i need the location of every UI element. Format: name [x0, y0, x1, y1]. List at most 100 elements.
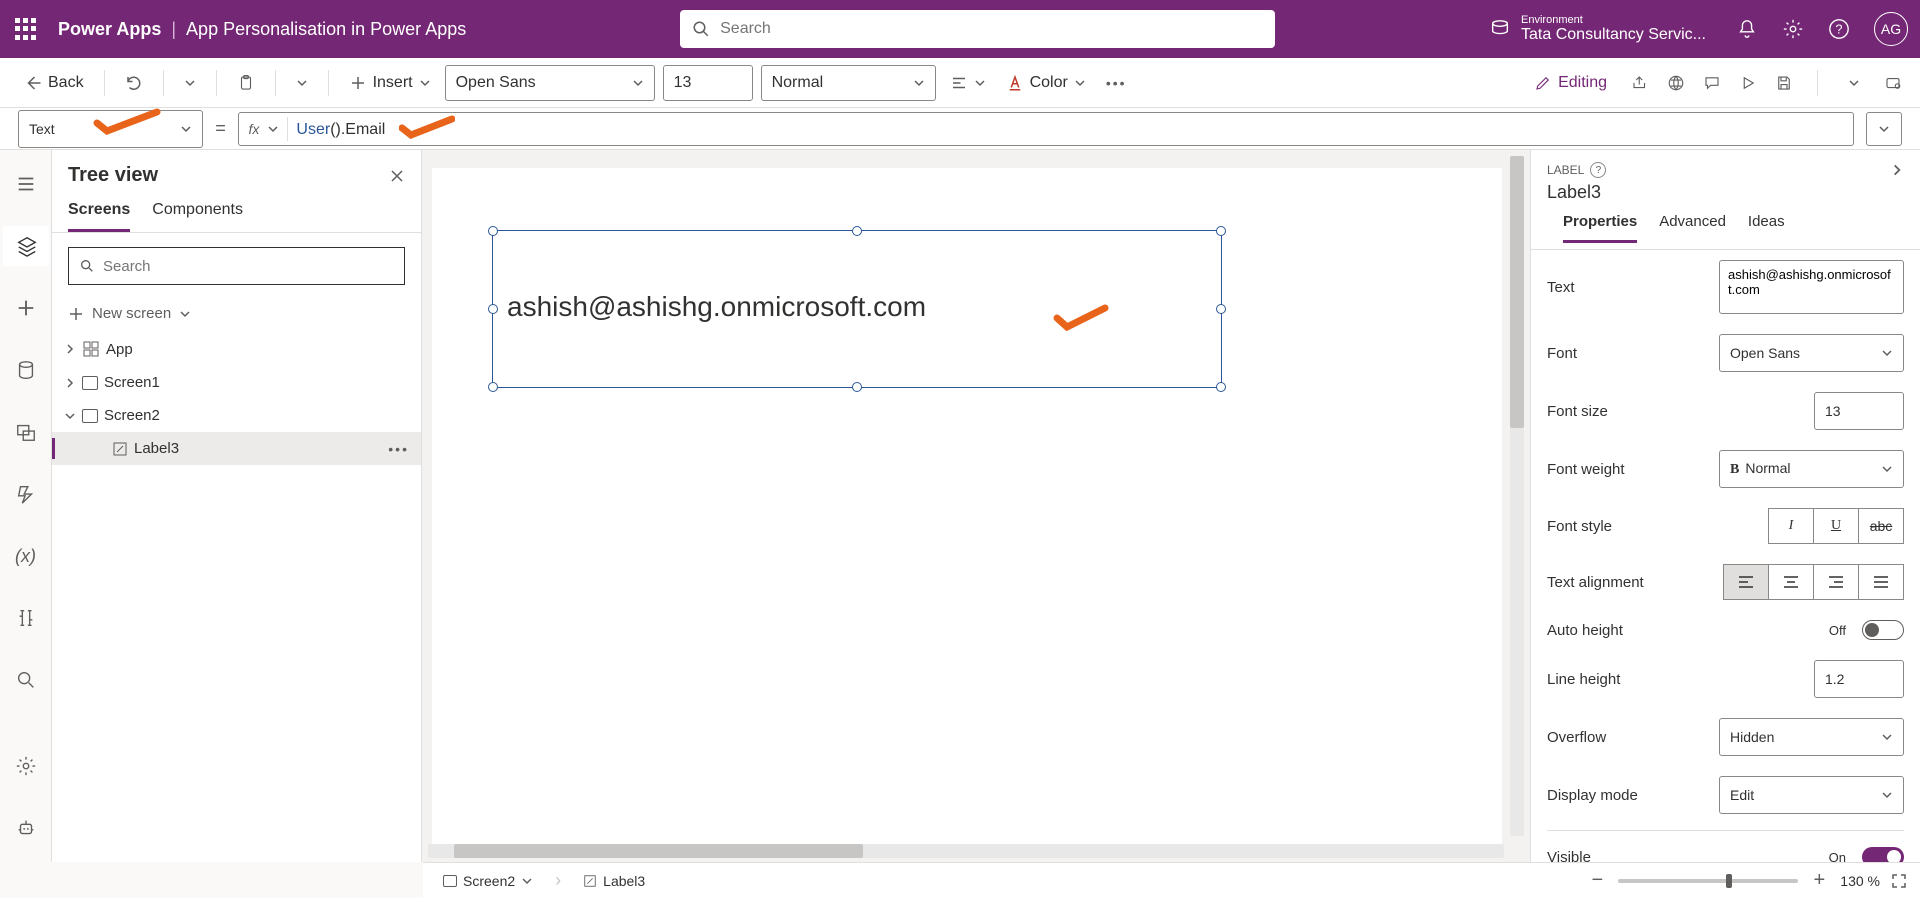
zoom-out-button[interactable]: − [1586, 870, 1608, 892]
close-icon[interactable] [389, 168, 405, 184]
tab-ideas[interactable]: Ideas [1748, 213, 1785, 243]
font-weight-selector[interactable]: Normal [761, 65, 936, 101]
save-split-button[interactable] [1842, 73, 1866, 93]
scrollbar-thumb[interactable] [1510, 156, 1524, 428]
vertical-scrollbar[interactable] [1510, 156, 1524, 836]
waffle-icon[interactable] [12, 15, 40, 43]
horizontal-scrollbar[interactable] [428, 844, 1504, 858]
tree-item-label3[interactable]: Label3 ••• [52, 432, 421, 465]
font-size-input[interactable]: 13 [1814, 392, 1904, 430]
rail-tree-view[interactable] [3, 226, 49, 266]
paste-split-button[interactable] [290, 73, 314, 93]
comments-icon[interactable] [1703, 74, 1721, 92]
user-avatar[interactable]: AG [1874, 12, 1908, 46]
more-button[interactable]: ••• [1100, 71, 1133, 95]
visible-toggle[interactable] [1862, 847, 1904, 862]
undo-button[interactable] [119, 70, 149, 96]
resize-handle[interactable] [488, 382, 498, 392]
font-weight-select[interactable]: BNormal [1719, 450, 1904, 488]
strikethrough-button[interactable]: abc [1858, 508, 1904, 544]
scrollbar-thumb[interactable] [454, 844, 863, 858]
insert-button[interactable]: Insert [343, 70, 437, 96]
overflow-select[interactable]: Hidden [1719, 718, 1904, 756]
chevron-right-icon[interactable] [1890, 163, 1904, 177]
selected-control-label3[interactable]: ashish@ashishg.onmicrosoft.com [492, 230, 1222, 388]
resize-handle[interactable] [1216, 382, 1226, 392]
font-select[interactable]: Open Sans [1719, 334, 1904, 372]
chevron-down-icon [1878, 123, 1890, 135]
color-button[interactable]: Color [1000, 70, 1092, 96]
tree-search-input[interactable] [103, 258, 394, 275]
resize-handle[interactable] [488, 226, 498, 236]
resize-handle[interactable] [1216, 304, 1226, 314]
formula-input[interactable]: fx User().Email [238, 112, 1854, 146]
tab-components[interactable]: Components [152, 201, 243, 232]
formula-expand-button[interactable] [1866, 112, 1902, 146]
rail-search[interactable] [3, 660, 49, 700]
preview-icon[interactable] [1739, 74, 1757, 92]
canvas[interactable]: ashish@ashishg.onmicrosoft.com [432, 168, 1502, 852]
slider-thumb[interactable] [1726, 874, 1732, 888]
notifications-icon[interactable] [1736, 18, 1758, 40]
rail-data[interactable] [3, 350, 49, 390]
align-center-button[interactable] [1768, 564, 1814, 600]
font-selector[interactable]: Open Sans [445, 65, 655, 101]
resize-handle[interactable] [1216, 226, 1226, 236]
tab-properties[interactable]: Properties [1563, 213, 1637, 243]
rail-hamburger[interactable] [3, 164, 49, 204]
share-icon[interactable] [1631, 74, 1649, 92]
align-button[interactable] [944, 70, 992, 96]
help-icon[interactable]: ? [1590, 162, 1606, 178]
more-icon[interactable]: ••• [388, 441, 409, 457]
editing-mode-button[interactable]: Editing [1528, 70, 1613, 96]
rail-insert[interactable] [3, 288, 49, 328]
help-icon[interactable]: ? [1828, 18, 1850, 40]
display-mode-select[interactable]: Edit [1719, 776, 1904, 814]
font-size-input[interactable]: 13 [663, 65, 753, 101]
breadcrumb-screen[interactable]: Screen2 [435, 869, 541, 893]
resize-handle[interactable] [488, 304, 498, 314]
prop-text-align: Text alignment [1531, 554, 1920, 610]
back-button[interactable]: Back [18, 70, 90, 96]
tab-advanced[interactable]: Advanced [1659, 213, 1726, 243]
resize-handle[interactable] [852, 382, 862, 392]
search-input[interactable] [720, 20, 1263, 38]
resize-handle[interactable] [852, 226, 862, 236]
fit-to-screen-icon[interactable] [1890, 872, 1908, 890]
rail-power-automate[interactable] [3, 474, 49, 514]
tree-search[interactable] [68, 247, 405, 285]
rail-advanced-tools[interactable] [3, 598, 49, 638]
italic-button[interactable]: I [1768, 508, 1814, 544]
tab-screens[interactable]: Screens [68, 201, 130, 232]
text-input[interactable] [1719, 260, 1904, 314]
rail-virtual-agent[interactable] [3, 808, 49, 848]
settings-icon[interactable] [1782, 18, 1804, 40]
publish-icon[interactable] [1884, 74, 1902, 92]
tree-item-screen2[interactable]: Screen2 [52, 399, 421, 432]
undo-split-button[interactable] [178, 73, 202, 93]
property-selector[interactable]: Text [18, 110, 203, 148]
auto-height-toggle[interactable] [1862, 620, 1904, 640]
rail-settings[interactable] [3, 746, 49, 786]
align-left-button[interactable] [1723, 564, 1769, 600]
align-justify-button[interactable] [1858, 564, 1904, 600]
chevron-down-icon [1074, 77, 1086, 89]
zoom-in-button[interactable]: + [1808, 870, 1830, 892]
tree-item-screen1[interactable]: Screen1 [52, 366, 421, 399]
pencil-icon [1534, 74, 1552, 92]
line-height-input[interactable]: 1.2 [1814, 660, 1904, 698]
environment-picker[interactable]: Environment Tata Consultancy Servic... [1489, 15, 1706, 44]
new-screen-button[interactable]: New screen [52, 299, 421, 332]
global-search[interactable] [680, 10, 1275, 48]
rail-media[interactable] [3, 412, 49, 452]
rail-variables[interactable]: (x) [3, 536, 49, 576]
breadcrumb-control[interactable]: Label3 [575, 869, 653, 893]
save-icon[interactable] [1775, 74, 1793, 92]
zoom-slider[interactable] [1618, 879, 1798, 883]
app-checker-icon[interactable] [1667, 74, 1685, 92]
align-right-button[interactable] [1813, 564, 1859, 600]
underline-button[interactable]: U [1813, 508, 1859, 544]
tree-item-app[interactable]: App [52, 332, 421, 366]
paste-button[interactable] [231, 70, 261, 96]
chevron-down-icon [1881, 463, 1893, 475]
